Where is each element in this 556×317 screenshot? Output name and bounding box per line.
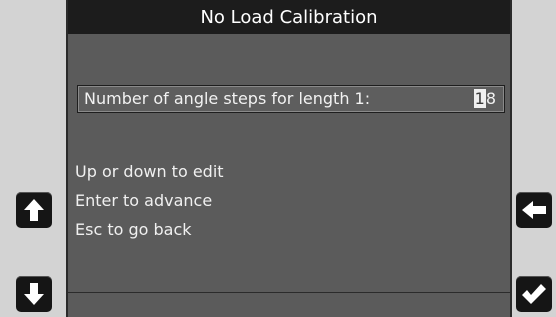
arrow-down-icon	[23, 282, 45, 306]
arrow-up-icon	[23, 198, 45, 222]
value-rest-digits: 8	[485, 89, 496, 108]
bottom-bar	[68, 292, 510, 317]
confirm-button[interactable]	[516, 276, 552, 312]
checkmark-icon	[521, 283, 547, 305]
arrow-left-icon	[521, 200, 547, 220]
instruction-back: Esc to go back	[75, 220, 192, 239]
instruction-edit: Up or down to edit	[75, 162, 224, 181]
page-title: No Load Calibration	[68, 0, 510, 34]
up-button[interactable]	[16, 192, 52, 228]
instruction-advance: Enter to advance	[75, 191, 213, 210]
left-bezel	[0, 0, 66, 317]
angle-steps-value[interactable]: 18	[473, 86, 496, 112]
display-screen: No Load Calibration Number of angle step…	[66, 0, 512, 317]
edit-cursor-digit: 1	[473, 89, 486, 108]
back-button[interactable]	[516, 192, 552, 228]
down-button[interactable]	[16, 276, 52, 312]
angle-steps-label: Number of angle steps for length 1:	[84, 89, 371, 108]
angle-steps-field[interactable]: Number of angle steps for length 1: 18	[77, 85, 505, 113]
